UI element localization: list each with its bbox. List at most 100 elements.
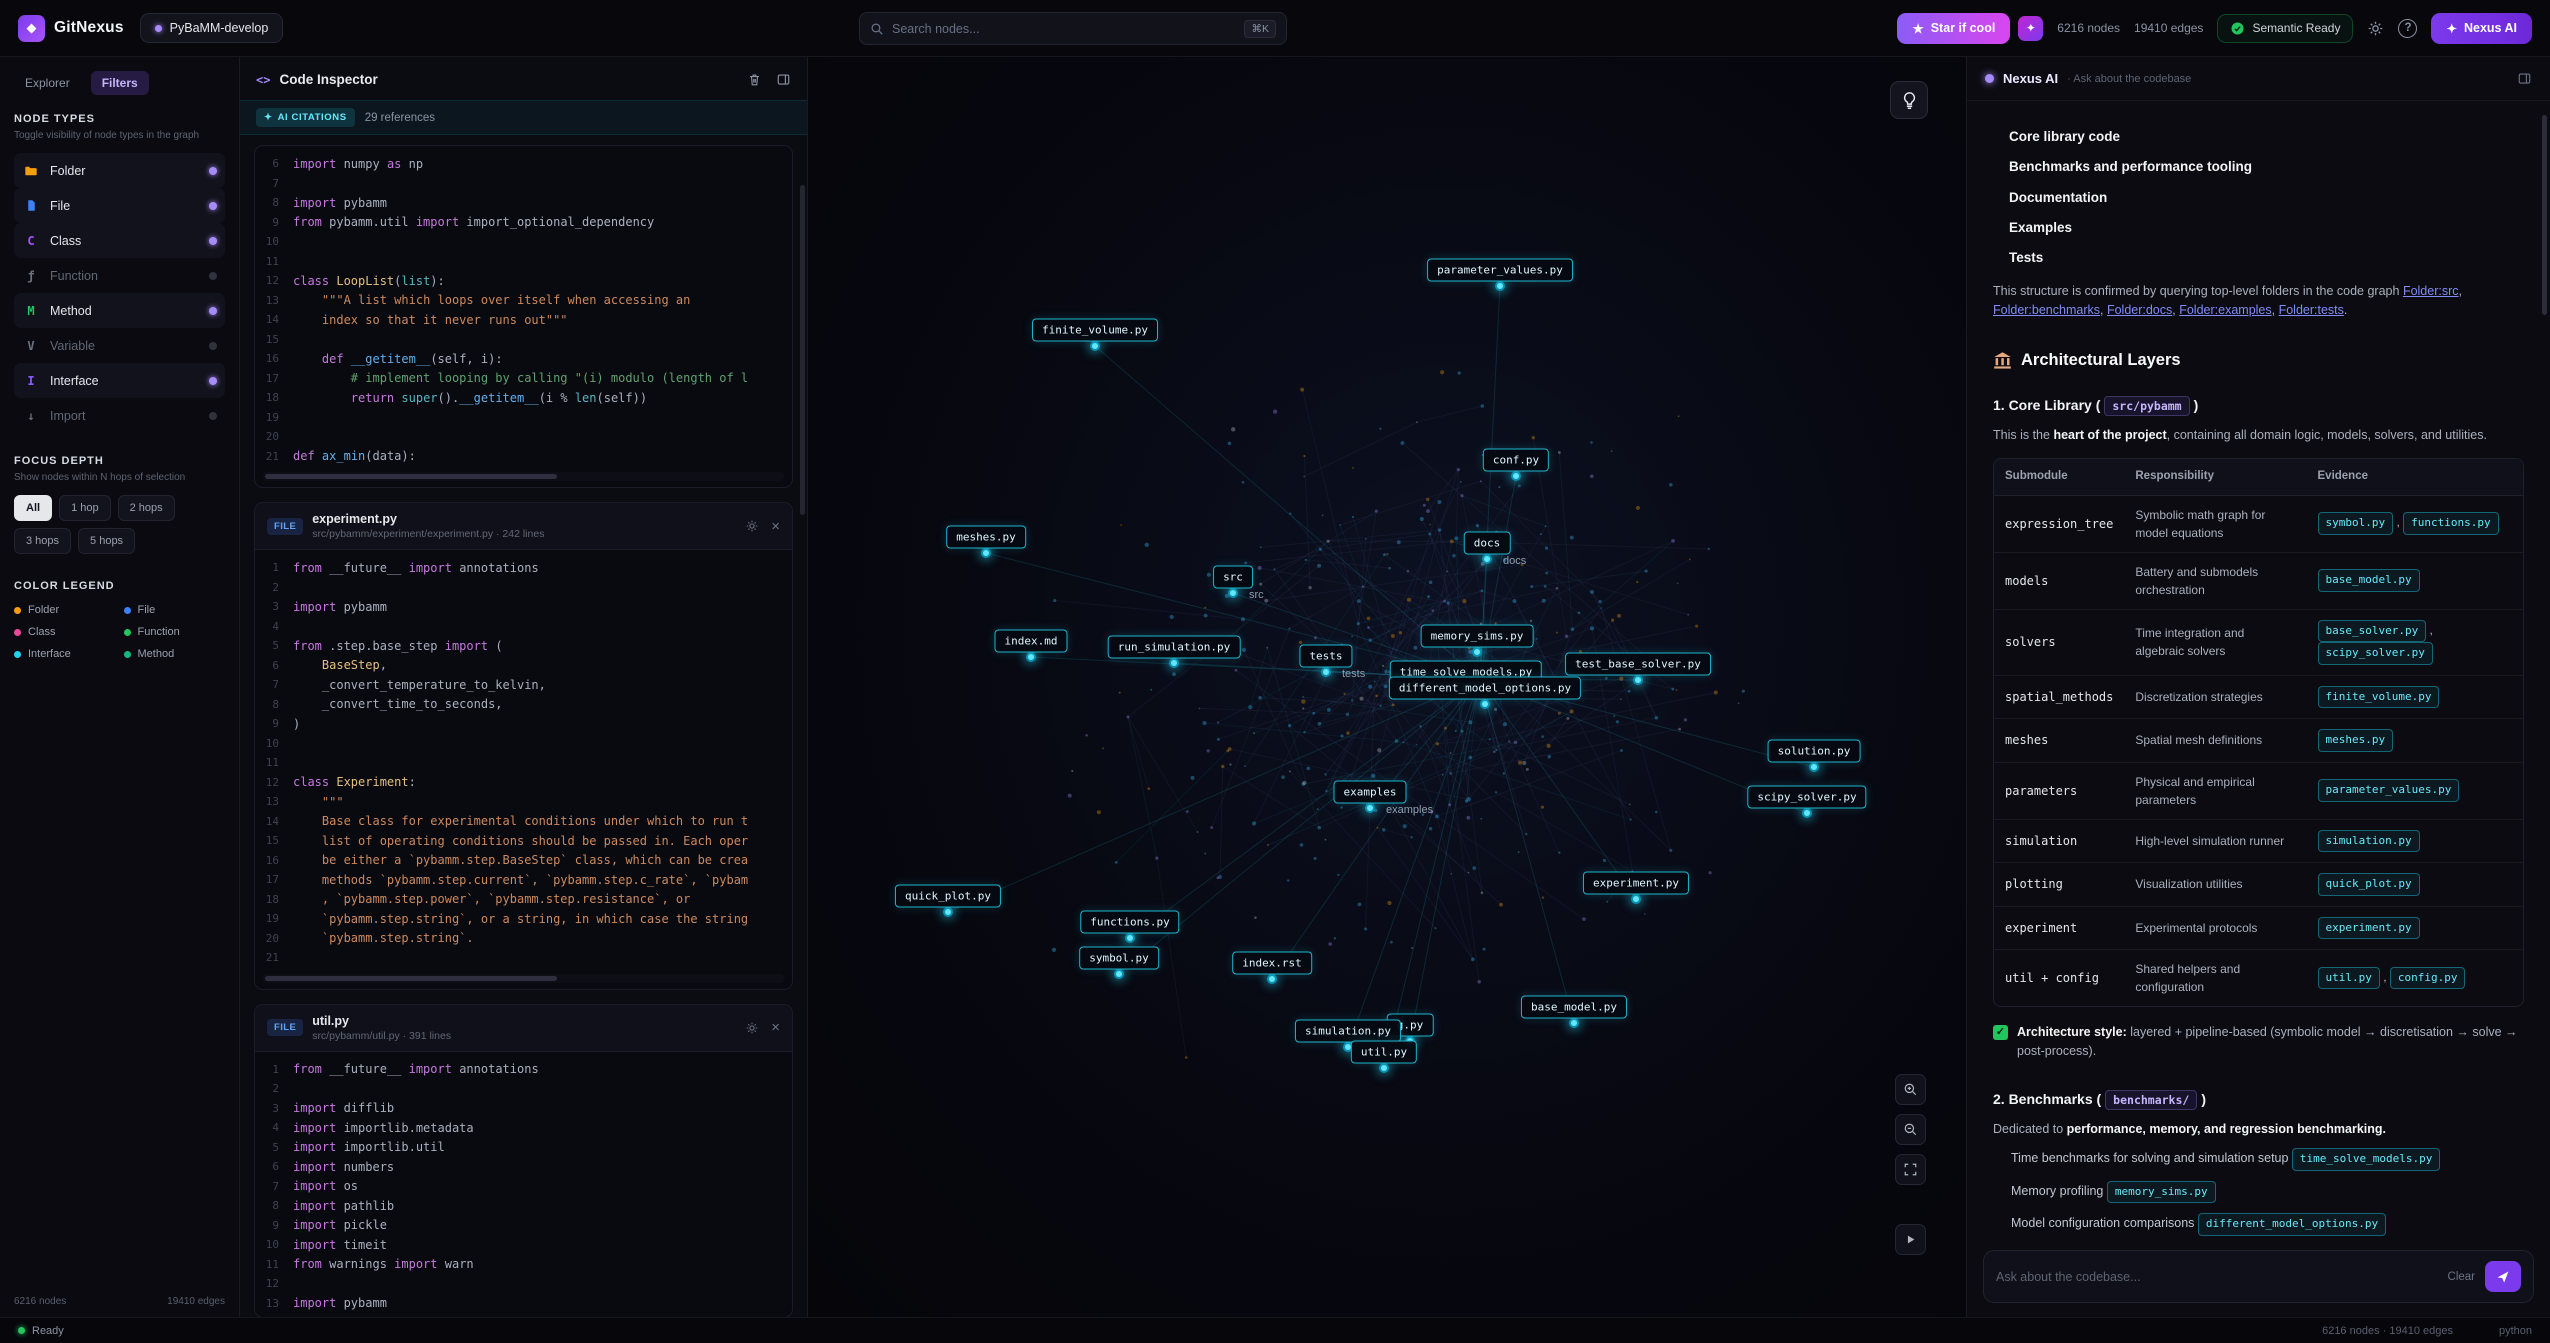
graph-canvas[interactable]: parameter_values.pyfinite_volume.pyconf.… [808,57,1966,1317]
card-settings-icon[interactable] [745,519,759,533]
evidence-chip[interactable]: experiment.py [2318,917,2420,940]
graph-node-dot[interactable] [1169,658,1179,668]
card-settings-icon[interactable] [745,1021,759,1035]
graph-node-scipy-solver-py[interactable]: scipy_solver.py [1747,786,1866,809]
graph-node-dot[interactable] [1480,699,1490,709]
node-type-variable[interactable]: VVariable [14,328,225,363]
folder-link-tests[interactable]: Folder:tests [2279,303,2344,317]
play-icon[interactable] [1895,1224,1926,1255]
ai-panel-scrollbar[interactable] [2542,115,2547,315]
graph-node-solution-py[interactable]: solution.py [1768,740,1861,763]
graph-node-different-model-options-py[interactable]: different_model_options.py [1389,677,1581,700]
node-type-class[interactable]: CClass [14,223,225,258]
horizontal-scrollbar[interactable] [263,974,784,983]
graph-node-dot[interactable] [1472,647,1482,657]
graph-node-meshes-py[interactable]: meshes.py [946,526,1026,549]
help-icon[interactable]: ? [2398,19,2417,38]
visibility-toggle[interactable] [209,167,217,175]
evidence-chip[interactable]: meshes.py [2318,729,2394,752]
folder-link-examples[interactable]: Folder:examples [2179,303,2271,317]
repo-selector[interactable]: PyBaMM-develop [140,13,284,43]
node-type-method[interactable]: MMethod [14,293,225,328]
benchmark-chip[interactable]: memory_sims.py [2107,1181,2216,1204]
focus-option-1-hop[interactable]: 1 hop [59,495,111,521]
graph-node-dot[interactable] [1026,652,1036,662]
nexus-ai-button[interactable]: ✦ Nexus AI [2431,13,2532,44]
settings-gear-icon[interactable] [2367,20,2384,37]
evidence-chip[interactable]: quick_plot.py [2318,873,2420,896]
graph-node-conf-py[interactable]: conf.py [1483,449,1549,472]
visibility-toggle[interactable] [209,237,217,245]
graph-node-dot[interactable] [981,548,991,558]
focus-option-all[interactable]: All [14,495,52,521]
send-button[interactable] [2485,1261,2521,1292]
graph-node-dot[interactable] [943,907,953,917]
graph-node-dot[interactable] [1125,933,1135,943]
graph-node-dot[interactable] [1379,1063,1389,1073]
graph-node-dot[interactable] [1482,554,1492,564]
folder-link-benchmarks[interactable]: Folder:benchmarks [1993,303,2100,317]
tab-filters[interactable]: Filters [91,71,149,95]
benchmarks-chip[interactable]: benchmarks/ [2105,1090,2197,1110]
focus-option-2-hops[interactable]: 2 hops [118,495,175,521]
ai-panel-collapse-icon[interactable] [2517,71,2532,86]
visibility-toggle[interactable] [209,202,217,210]
graph-node-util-py[interactable]: util.py [1351,1041,1417,1064]
node-type-import[interactable]: ↓Import [14,398,225,433]
evidence-chip[interactable]: symbol.py [2318,512,2394,535]
visibility-toggle[interactable] [209,342,217,350]
graph-node-dot[interactable] [1631,894,1641,904]
evidence-chip[interactable]: simulation.py [2318,830,2420,853]
graph-node-dot[interactable] [1511,471,1521,481]
visibility-toggle[interactable] [209,377,217,385]
evidence-chip[interactable]: util.py [2318,967,2380,990]
evidence-chip[interactable]: base_solver.py [2318,620,2427,643]
node-type-interface[interactable]: IInterface [14,363,225,398]
visibility-toggle[interactable] [209,272,217,280]
insights-lightbulb-icon[interactable] [1890,81,1928,119]
benchmark-chip[interactable]: different_model_options.py [2198,1213,2386,1236]
graph-node-experiment-py[interactable]: experiment.py [1583,872,1689,895]
close-icon[interactable]: × [771,1020,780,1035]
graph-node-quick-plot-py[interactable]: quick_plot.py [895,885,1001,908]
graph-node-memory-sims-py[interactable]: memory_sims.py [1421,625,1534,648]
node-type-file[interactable]: File [14,188,225,223]
zoom-out-icon[interactable] [1895,1114,1926,1145]
graph-node-src[interactable]: src [1213,566,1253,589]
evidence-chip[interactable]: scipy_solver.py [2318,642,2433,665]
evidence-chip[interactable]: base_model.py [2318,569,2420,592]
inspector-scrollbar[interactable] [800,185,805,515]
focus-option-3-hops[interactable]: 3 hops [14,528,71,554]
panel-collapse-icon[interactable] [776,72,791,87]
graph-node-dot[interactable] [1090,341,1100,351]
graph-node-dot[interactable] [1365,803,1375,813]
star-button[interactable]: ★ Star if cool [1897,13,2010,44]
close-icon[interactable]: × [771,519,780,534]
tab-explorer[interactable]: Explorer [14,71,81,95]
graph-node-test-base-solver-py[interactable]: test_base_solver.py [1565,653,1711,676]
zoom-in-icon[interactable] [1895,1074,1926,1105]
node-type-function[interactable]: ƒFunction [14,258,225,293]
core-library-chip[interactable]: src/pybamm [2104,396,2189,416]
trash-icon[interactable] [747,72,762,87]
graph-node-dot[interactable] [1802,808,1812,818]
horizontal-scrollbar[interactable] [263,472,784,481]
app-logo[interactable]: ◆ GitNexus [18,15,124,42]
focus-option-5-hops[interactable]: 5 hops [78,528,135,554]
graph-node-parameter-values-py[interactable]: parameter_values.py [1427,259,1573,282]
search-input[interactable] [892,22,1236,36]
graph-node-index-md[interactable]: index.md [995,630,1068,653]
graph-node-run-simulation-py[interactable]: run_simulation.py [1108,636,1241,659]
clear-button[interactable]: Clear [2448,1271,2475,1283]
graph-node-dot[interactable] [1267,974,1277,984]
graph-node-tests[interactable]: tests [1299,645,1352,668]
ai-question-input[interactable] [1996,1270,2438,1284]
visibility-toggle[interactable] [209,412,217,420]
node-type-folder[interactable]: Folder [14,153,225,188]
graph-node-docs[interactable]: docs [1464,532,1511,555]
evidence-chip[interactable]: finite_volume.py [2318,686,2440,709]
graph-node-dot[interactable] [1228,588,1238,598]
boost-sparkle-icon[interactable]: ✦ [2018,16,2043,41]
graph-node-base-model-py[interactable]: base_model.py [1521,996,1627,1019]
graph-node-examples[interactable]: examples [1334,781,1407,804]
